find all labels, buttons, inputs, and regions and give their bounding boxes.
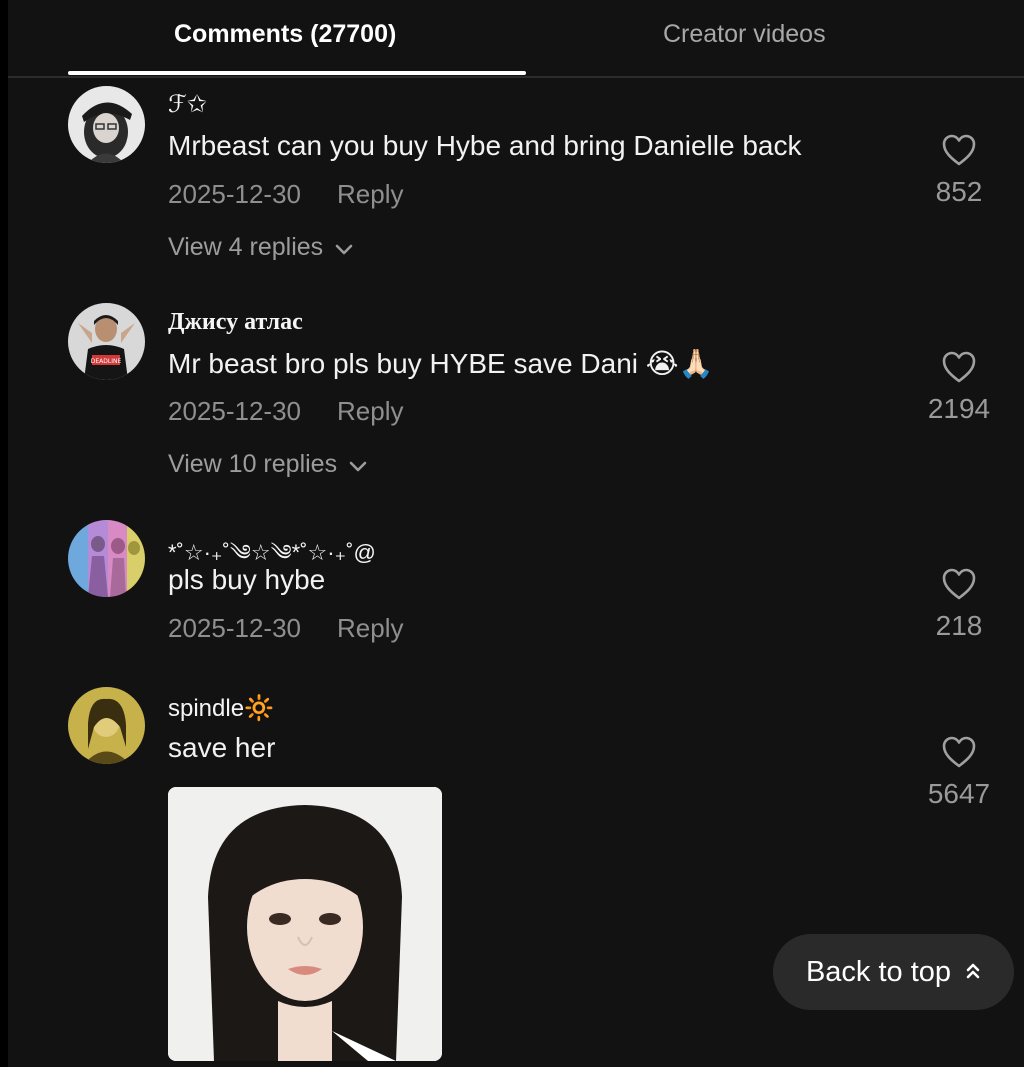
comment-username[interactable]: ℱ✩	[168, 90, 207, 119]
tab-comments[interactable]: Comments (27700)	[174, 20, 396, 49]
active-tab-indicator	[68, 71, 526, 75]
comment-username[interactable]: Джису атлас	[168, 309, 303, 336]
like-control: 852	[909, 133, 1009, 208]
like-count: 2194	[927, 393, 991, 424]
reply-button[interactable]: Reply	[337, 396, 403, 426]
like-control: 5647	[909, 735, 1009, 810]
chevron-down-icon	[335, 234, 353, 263]
comment-meta: 2025-12-30 Reply	[168, 613, 403, 644]
like-control: 218	[909, 567, 1009, 642]
like-count: 218	[935, 610, 983, 641]
reply-button[interactable]: Reply	[337, 613, 403, 643]
comment-text: Mrbeast can you buy Hybe and bring Danie…	[168, 130, 802, 161]
comment-image[interactable]	[168, 787, 442, 1061]
chevron-down-icon	[349, 451, 367, 480]
view-replies-label: View 10 replies	[168, 450, 338, 478]
heart-outline-icon[interactable]	[909, 735, 1009, 774]
comment-username[interactable]: spindle🔆	[168, 694, 274, 723]
heart-outline-icon[interactable]	[909, 133, 1009, 172]
heart-outline-icon[interactable]	[909, 567, 1009, 606]
view-replies-button[interactable]: View 4 replies	[168, 233, 353, 263]
view-replies-button[interactable]: View 10 replies	[168, 450, 367, 480]
like-control: 2194	[909, 350, 1009, 425]
like-count: 852	[935, 176, 983, 207]
comment-date: 2025-12-30	[168, 179, 301, 209]
avatar[interactable]	[68, 687, 145, 764]
avatar[interactable]	[68, 86, 145, 163]
svg-text:DEADLINE: DEADLINE	[91, 358, 122, 365]
comment-text: save her	[168, 732, 276, 763]
like-count: 5647	[927, 778, 991, 809]
left-edge	[0, 0, 8, 1067]
comment-meta: 2025-12-30 Reply	[168, 396, 403, 427]
comment-date: 2025-12-30	[168, 396, 301, 426]
back-to-top-label: Back to top	[805, 955, 952, 988]
comments-panel: Comments (27700) Creator videos ℱ✩ Mrbea…	[0, 0, 1024, 1067]
comment-text: pls buy hybe	[168, 564, 326, 595]
heart-outline-icon[interactable]	[909, 350, 1009, 389]
double-chevron-up-icon	[965, 956, 981, 989]
comment-date: 2025-12-30	[168, 613, 301, 643]
tab-bar: Comments (27700) Creator videos	[8, 0, 1024, 78]
avatar[interactable]: DEADLINE	[68, 303, 145, 380]
reply-button[interactable]: Reply	[337, 179, 403, 209]
comment-meta: 2025-12-30 Reply	[168, 179, 403, 210]
back-to-top-button[interactable]: Back to top	[773, 934, 1014, 1010]
view-replies-label: View 4 replies	[168, 233, 324, 261]
avatar[interactable]	[68, 520, 145, 597]
tab-creator-videos[interactable]: Creator videos	[663, 20, 826, 49]
comment-text: Mr beast bro pls buy HYBE save Dani 😭🙏🏻	[168, 348, 714, 379]
